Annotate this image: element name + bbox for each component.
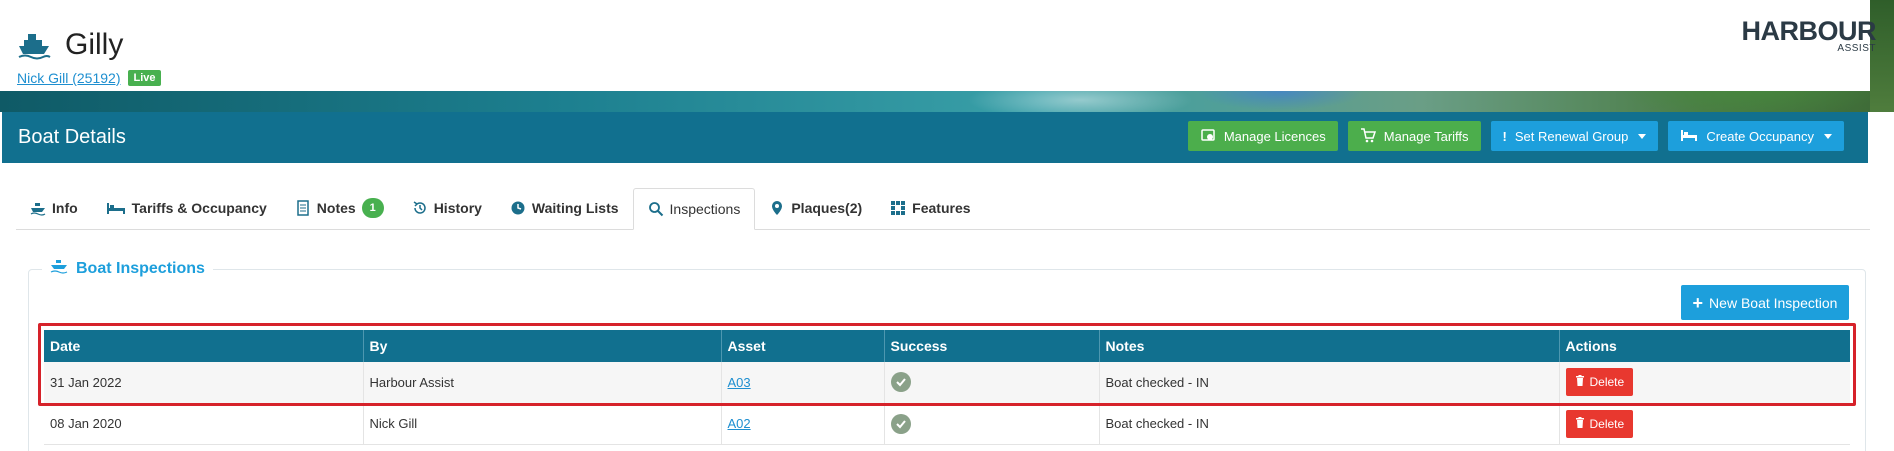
grid-icon bbox=[890, 200, 906, 216]
manage-tariffs-label: Manage Tariffs bbox=[1383, 128, 1469, 144]
tab-bar: Info Tariffs & Occupancy Notes 1 History… bbox=[16, 188, 1870, 230]
set-renewal-group-label: Set Renewal Group bbox=[1514, 128, 1629, 144]
tab-label: Waiting Lists bbox=[531, 200, 619, 216]
new-boat-inspection-label: New Boat Inspection bbox=[1709, 294, 1838, 311]
boat-name: Gilly bbox=[65, 28, 124, 61]
delete-button[interactable]: Delete bbox=[1565, 368, 1634, 397]
cell-date: 08 Jan 2020 bbox=[44, 403, 364, 445]
plaque-icon bbox=[769, 200, 785, 216]
table-row: 08 Jan 2020 Nick Gill A02 Boat checked -… bbox=[44, 403, 1850, 445]
licence-icon bbox=[1200, 127, 1216, 146]
owner-link[interactable]: Nick Gill (25192) bbox=[17, 70, 120, 86]
tab-notes[interactable]: Notes 1 bbox=[281, 187, 398, 229]
boat-title-row: Gilly bbox=[17, 28, 123, 62]
column-header-by[interactable]: By bbox=[363, 330, 722, 362]
section-title: Boat Details bbox=[18, 126, 126, 148]
boat-icon bbox=[17, 30, 51, 60]
cell-date: 31 Jan 2022 bbox=[44, 362, 364, 404]
cell-actions: Delete bbox=[1559, 403, 1850, 445]
new-boat-inspection-button[interactable]: + New Boat Inspection bbox=[1681, 285, 1849, 320]
column-header-date[interactable]: Date bbox=[44, 330, 364, 362]
exclamation-icon: ! bbox=[1502, 128, 1507, 144]
asset-link[interactable]: A03 bbox=[728, 375, 751, 390]
header-actions: Manage Licences Manage Tariffs ! Set Ren… bbox=[1187, 121, 1844, 151]
notes-count-badge: 1 bbox=[361, 198, 384, 218]
tab-label: Info bbox=[52, 200, 78, 216]
tab-label: Notes bbox=[316, 200, 356, 216]
cell-notes: Boat checked - IN bbox=[1099, 362, 1560, 404]
panel-title: Boat Inspections bbox=[76, 259, 205, 277]
history-icon bbox=[412, 200, 428, 216]
cell-asset: A03 bbox=[721, 362, 885, 404]
boat-icon bbox=[30, 200, 46, 216]
tab-tariffs-occupancy[interactable]: Tariffs & Occupancy bbox=[92, 187, 281, 229]
cell-actions: Delete bbox=[1559, 362, 1850, 404]
panel-legend: Boat Inspections bbox=[42, 258, 213, 279]
create-occupancy-button[interactable]: Create Occupancy bbox=[1668, 121, 1844, 151]
set-renewal-group-button[interactable]: ! Set Renewal Group bbox=[1490, 121, 1659, 151]
boat-icon bbox=[50, 258, 68, 279]
cell-asset: A02 bbox=[721, 403, 885, 445]
cell-notes: Boat checked - IN bbox=[1099, 403, 1560, 445]
chevron-down-icon bbox=[1824, 133, 1832, 139]
trash-icon bbox=[1575, 416, 1585, 431]
tab-plaques[interactable]: Plaques(2) bbox=[755, 187, 876, 229]
section-header: Boat Details Manage Licences Manage Tari… bbox=[2, 112, 1868, 163]
tab-label: Inspections bbox=[669, 201, 741, 217]
check-circle-icon bbox=[890, 413, 911, 434]
manage-licences-button[interactable]: Manage Licences bbox=[1187, 121, 1338, 151]
cell-by: Nick Gill bbox=[363, 403, 722, 445]
tab-info[interactable]: Info bbox=[16, 187, 92, 229]
status-badge: Live bbox=[128, 70, 161, 86]
tab-waiting-lists[interactable]: Waiting Lists bbox=[496, 187, 633, 229]
column-header-actions: Actions bbox=[1559, 330, 1850, 362]
hero-banner bbox=[0, 0, 1894, 112]
chevron-down-icon bbox=[1638, 133, 1647, 139]
delete-label: Delete bbox=[1589, 416, 1625, 431]
harbour-assist-logo: HARBOUR ASSIST bbox=[1742, 16, 1877, 54]
delete-label: Delete bbox=[1589, 375, 1625, 390]
bed-icon bbox=[106, 200, 126, 216]
table-header-row: Date By Asset Success Notes Actions bbox=[44, 330, 1850, 362]
plus-icon: + bbox=[1692, 292, 1704, 313]
inspections-table: Date By Asset Success Notes Actions 31 J… bbox=[44, 330, 1850, 445]
asset-link[interactable]: A02 bbox=[728, 416, 751, 431]
check-circle-icon bbox=[890, 372, 911, 393]
tab-label: Tariffs & Occupancy bbox=[131, 200, 267, 216]
note-icon bbox=[295, 200, 311, 216]
column-header-notes[interactable]: Notes bbox=[1099, 330, 1560, 362]
clock-icon bbox=[510, 200, 526, 216]
tab-features[interactable]: Features bbox=[876, 187, 984, 229]
cell-success bbox=[884, 362, 1100, 404]
tab-label: Features bbox=[912, 200, 971, 216]
tab-label: History bbox=[433, 200, 482, 216]
cart-icon bbox=[1360, 127, 1376, 146]
boat-header-card bbox=[0, 0, 1894, 91]
manage-licences-label: Manage Licences bbox=[1223, 128, 1326, 144]
cell-success bbox=[884, 403, 1100, 445]
column-header-asset[interactable]: Asset bbox=[721, 330, 885, 362]
tab-history[interactable]: History bbox=[398, 187, 496, 229]
search-icon bbox=[648, 201, 664, 217]
cell-by: Harbour Assist bbox=[363, 362, 722, 404]
trash-icon bbox=[1575, 375, 1585, 389]
delete-button[interactable]: Delete bbox=[1565, 409, 1634, 438]
owner-row: Nick Gill (25192) Live bbox=[17, 70, 161, 86]
create-occupancy-label: Create Occupancy bbox=[1706, 128, 1814, 144]
column-header-success[interactable]: Success bbox=[884, 330, 1100, 362]
manage-tariffs-button[interactable]: Manage Tariffs bbox=[1347, 121, 1481, 151]
table-row: 31 Jan 2022 Harbour Assist A03 Boat chec… bbox=[44, 362, 1850, 404]
bed-icon bbox=[1680, 128, 1698, 145]
tab-label: Plaques(2) bbox=[791, 200, 863, 216]
tab-inspections[interactable]: Inspections bbox=[632, 188, 756, 230]
